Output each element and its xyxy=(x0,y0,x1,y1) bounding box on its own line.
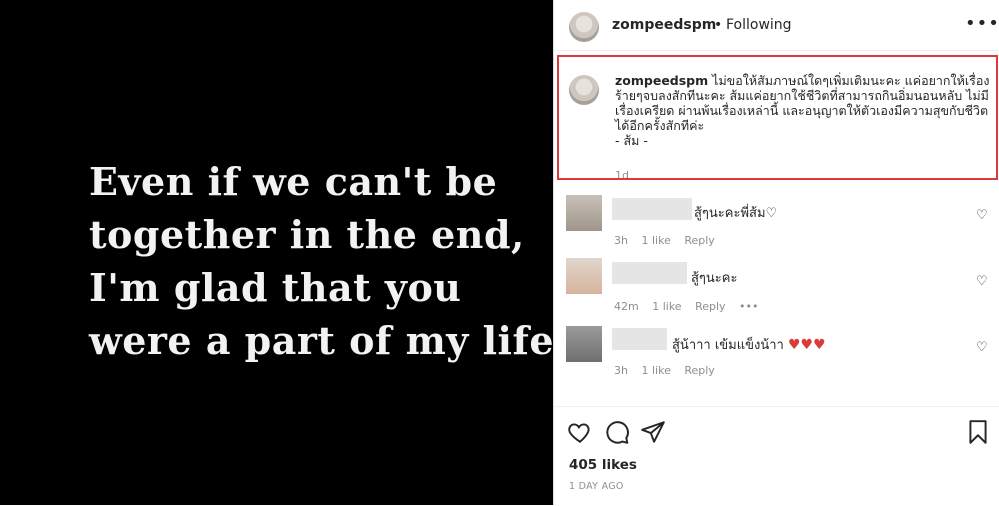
quote-line: were a part of my life. xyxy=(89,318,568,363)
quote-text: Even if we can't be together in the end,… xyxy=(89,155,568,367)
avatar[interactable] xyxy=(569,12,599,42)
comment-icon[interactable] xyxy=(604,419,630,445)
comment-text: สู้น้าาา เข้มแข็งน้าา ♥♥♥ xyxy=(672,334,826,355)
comment-meta: 42m 1 like Reply ••• xyxy=(614,300,769,313)
comment-likes[interactable]: 1 like xyxy=(652,300,681,313)
reply-button[interactable]: Reply xyxy=(684,234,714,247)
avatar[interactable] xyxy=(569,75,599,105)
caption-highlight: zompeedspm ไม่ขอให้สัมภาษณ์ใดๆเพิ่มเติมนะ… xyxy=(557,55,998,180)
avatar[interactable] xyxy=(566,326,602,362)
comment-time: 3h xyxy=(614,364,628,377)
likes-count[interactable]: 405 likes xyxy=(569,457,637,473)
comment-item: สู้น้าาา เข้มแข็งน้าา ♥♥♥ 3h 1 like Repl… xyxy=(554,322,999,382)
blurred-username xyxy=(612,262,687,284)
comment-body: สู้น้าาา เข้มแข็งน้าา xyxy=(672,338,784,353)
comment-time: 3h xyxy=(614,234,628,247)
caption-time: 1d xyxy=(615,169,629,180)
post-timestamp: 1 DAY AGO xyxy=(569,481,624,492)
bookmark-icon[interactable] xyxy=(965,419,991,445)
header-separator: • xyxy=(714,17,723,33)
reply-button[interactable]: Reply xyxy=(695,300,725,313)
blurred-username xyxy=(612,198,692,220)
comment-item: สู้ๆนะคะพี่ส้ม♡ 3h 1 like Reply ♡ xyxy=(554,190,999,250)
quote-line: I'm glad that you xyxy=(89,265,462,310)
comment-item: สู้ๆนะคะ 42m 1 like Reply ••• ♡ xyxy=(554,256,999,316)
avatar[interactable] xyxy=(566,258,602,294)
comment-likes[interactable]: 1 like xyxy=(641,234,670,247)
avatar[interactable] xyxy=(566,195,602,231)
blurred-username xyxy=(612,328,667,350)
heart-icon[interactable]: ♡ xyxy=(976,274,988,289)
more-icon[interactable]: ••• xyxy=(739,300,758,313)
caption-signature: - ส้ม - xyxy=(615,133,648,148)
share-icon[interactable] xyxy=(640,419,666,445)
quote-line: together in the end, xyxy=(89,212,525,257)
caption-text: zompeedspm ไม่ขอให้สัมภาษณ์ใดๆเพิ่มเติมนะ… xyxy=(615,73,993,148)
following-button[interactable]: Following xyxy=(726,17,792,33)
reply-button[interactable]: Reply xyxy=(684,364,714,377)
comment-time: 42m xyxy=(614,300,639,313)
header-username[interactable]: zompeedspm xyxy=(612,17,716,33)
heart-icon[interactable]: ♡ xyxy=(976,340,988,355)
post-actions: 405 likes 1 DAY AGO xyxy=(554,406,999,506)
comment-meta: 3h 1 like Reply xyxy=(614,364,725,377)
comment-likes[interactable]: 1 like xyxy=(641,364,670,377)
more-icon[interactable]: ••• xyxy=(965,13,999,34)
quote-line: Even if we can't be xyxy=(89,159,498,204)
heart-icon[interactable]: ♡ xyxy=(976,208,988,223)
comment-text: สู้ๆนะคะพี่ส้ม♡ xyxy=(694,206,778,221)
caption-username[interactable]: zompeedspm xyxy=(615,73,708,88)
red-heart-emoji: ♥♥♥ xyxy=(788,337,826,353)
comment-meta: 3h 1 like Reply xyxy=(614,234,725,247)
post-sidebar: zompeedspm • Following ••• zompeedspm ไม่… xyxy=(553,0,999,505)
post-image: Even if we can't be together in the end,… xyxy=(0,0,568,505)
post-header: zompeedspm • Following ••• xyxy=(554,0,999,51)
like-icon[interactable] xyxy=(567,419,593,445)
comment-text: สู้ๆนะคะ xyxy=(691,271,738,286)
